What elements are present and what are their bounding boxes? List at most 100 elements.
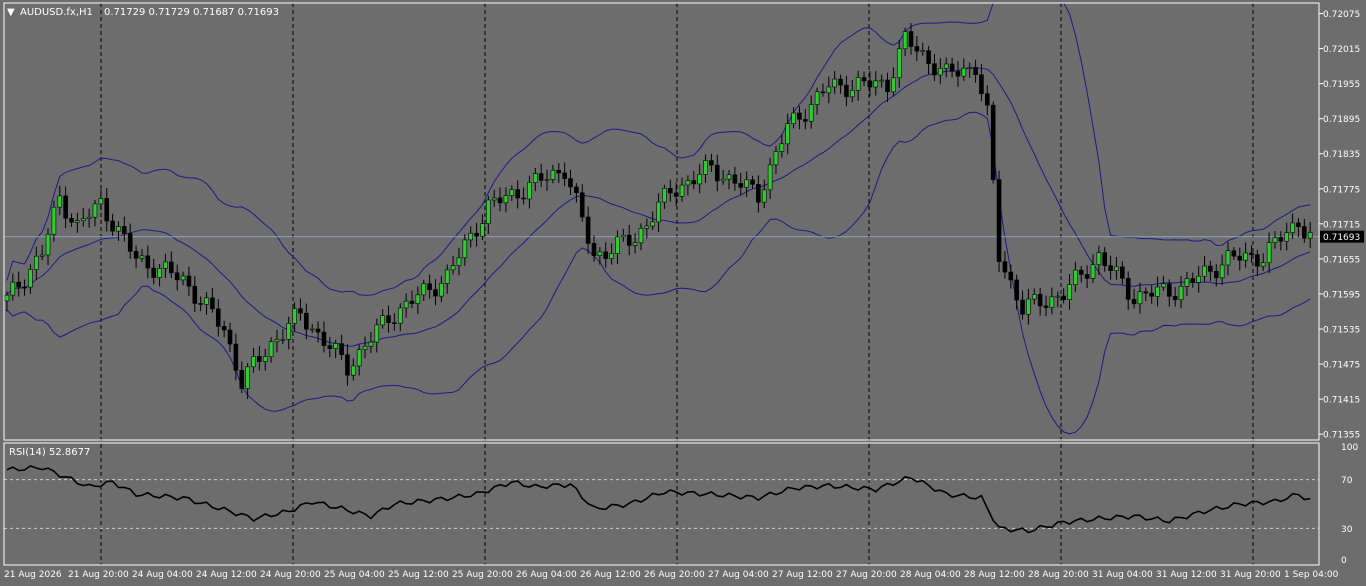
candle-body (315, 328, 321, 333)
candle-body (133, 251, 139, 259)
candle-body (16, 281, 21, 288)
candle-body (638, 228, 644, 244)
candle-body (932, 63, 937, 76)
candle-body (198, 303, 203, 305)
time-tick-label: 25 Aug 12:00 (388, 570, 449, 580)
candle-body (844, 84, 849, 98)
candle-body (1131, 298, 1137, 305)
candle-body (515, 189, 520, 199)
time-tick-label: 31 Aug 04:00 (1092, 570, 1153, 580)
candle-body (39, 254, 45, 257)
candle-body (1137, 291, 1143, 305)
candle-body (1026, 298, 1031, 315)
time-tick-label: 27 Aug 04:00 (708, 570, 769, 580)
candle-body (174, 272, 180, 281)
candle-body (902, 31, 908, 50)
candle-body (292, 308, 297, 324)
candle-body (397, 307, 403, 324)
candle-body (979, 74, 984, 95)
candle-body (626, 234, 632, 246)
candle-body (204, 297, 209, 305)
chart-canvas[interactable]: 0.72075 0.72015 0.71955 0.71895 0.71835 0.717… (0, 0, 1366, 586)
candle-body (480, 223, 485, 237)
candle-body (456, 257, 462, 266)
candle-body (538, 173, 544, 181)
candle-body (333, 343, 338, 349)
price-tick-label: 0.71535 (1323, 325, 1360, 335)
candle-body (791, 112, 796, 124)
candle-body (180, 275, 186, 281)
candle-body (1096, 252, 1102, 265)
candle-body (609, 253, 614, 259)
candle-body (274, 339, 280, 343)
candle-body (356, 349, 362, 367)
time-tick-label: 26 Aug 20:00 (644, 570, 705, 580)
candle-body (738, 182, 744, 188)
candle-body (1014, 279, 1019, 301)
candle[interactable] (990, 101, 996, 184)
candle-body (603, 251, 609, 259)
candle-body (51, 206, 57, 235)
candle-body (421, 283, 427, 296)
candle-body (732, 174, 738, 184)
candle-body (756, 183, 761, 203)
candle-body (879, 79, 884, 82)
candle-body (75, 220, 80, 223)
time-tick-label: 24 Aug 20:00 (260, 570, 321, 580)
time-tick-label: 28 Aug 20:00 (1028, 570, 1089, 580)
candle-body (873, 80, 879, 88)
candle-body (926, 50, 931, 64)
current-price-box: 0.71693 (1320, 230, 1364, 243)
candle-body (668, 188, 673, 194)
candle-body (122, 226, 127, 234)
candle-body (562, 172, 567, 179)
candle-body (415, 294, 421, 304)
candle-body (943, 63, 949, 69)
price-tick-label: 0.71835 (1323, 150, 1360, 160)
candle-body (1290, 222, 1295, 233)
candle-body (521, 197, 526, 200)
time-tick-label: 28 Aug 12:00 (964, 570, 1025, 580)
candle-body (949, 63, 955, 72)
triangle-down-icon[interactable]: ▼ (7, 7, 15, 18)
price-tick-label: 0.72075 (1323, 10, 1360, 20)
candle-body (403, 300, 409, 309)
candle-body (386, 315, 391, 323)
candle-body (967, 67, 973, 69)
candle-body (955, 71, 961, 77)
candle-body (644, 225, 650, 229)
candle-body (808, 104, 814, 122)
price-tick-label: 0.71775 (1323, 185, 1360, 195)
price-tick-label: 0.71595 (1323, 290, 1360, 300)
time-tick-label: 25 Aug 04:00 (324, 570, 385, 580)
candle-body (1190, 278, 1196, 283)
candle-body (503, 195, 509, 204)
candle-body (1225, 250, 1231, 266)
candle-body (45, 233, 51, 256)
candle-body (697, 174, 702, 185)
candle-body (1037, 294, 1043, 307)
chart-background (0, 0, 1366, 586)
candle-body (1002, 261, 1008, 273)
candle-body (574, 186, 579, 194)
candle-body (820, 91, 826, 94)
candle-body (210, 297, 215, 310)
candle-body (380, 315, 385, 326)
time-axis: 21 Aug 2026 21 Aug 20:00 24 Aug 04:00 24 Au… (4, 570, 1339, 580)
time-tick-label: 1 Sep 04:00 (1284, 570, 1339, 580)
candle-body (1149, 292, 1154, 297)
candle-body (1067, 284, 1072, 300)
candle[interactable] (996, 170, 1002, 273)
candle-body (491, 197, 497, 201)
candle-body (855, 77, 861, 91)
candle-body (550, 169, 556, 180)
candle-body (779, 143, 785, 152)
candle-body (656, 201, 661, 223)
candle-body (568, 178, 573, 188)
candle-body (1167, 283, 1172, 297)
candle-body (896, 48, 902, 79)
candle-body (4, 294, 10, 302)
time-tick-label: 28 Aug 04:00 (900, 570, 961, 580)
candle-body (703, 160, 708, 175)
time-tick-label: 27 Aug 12:00 (772, 570, 833, 580)
